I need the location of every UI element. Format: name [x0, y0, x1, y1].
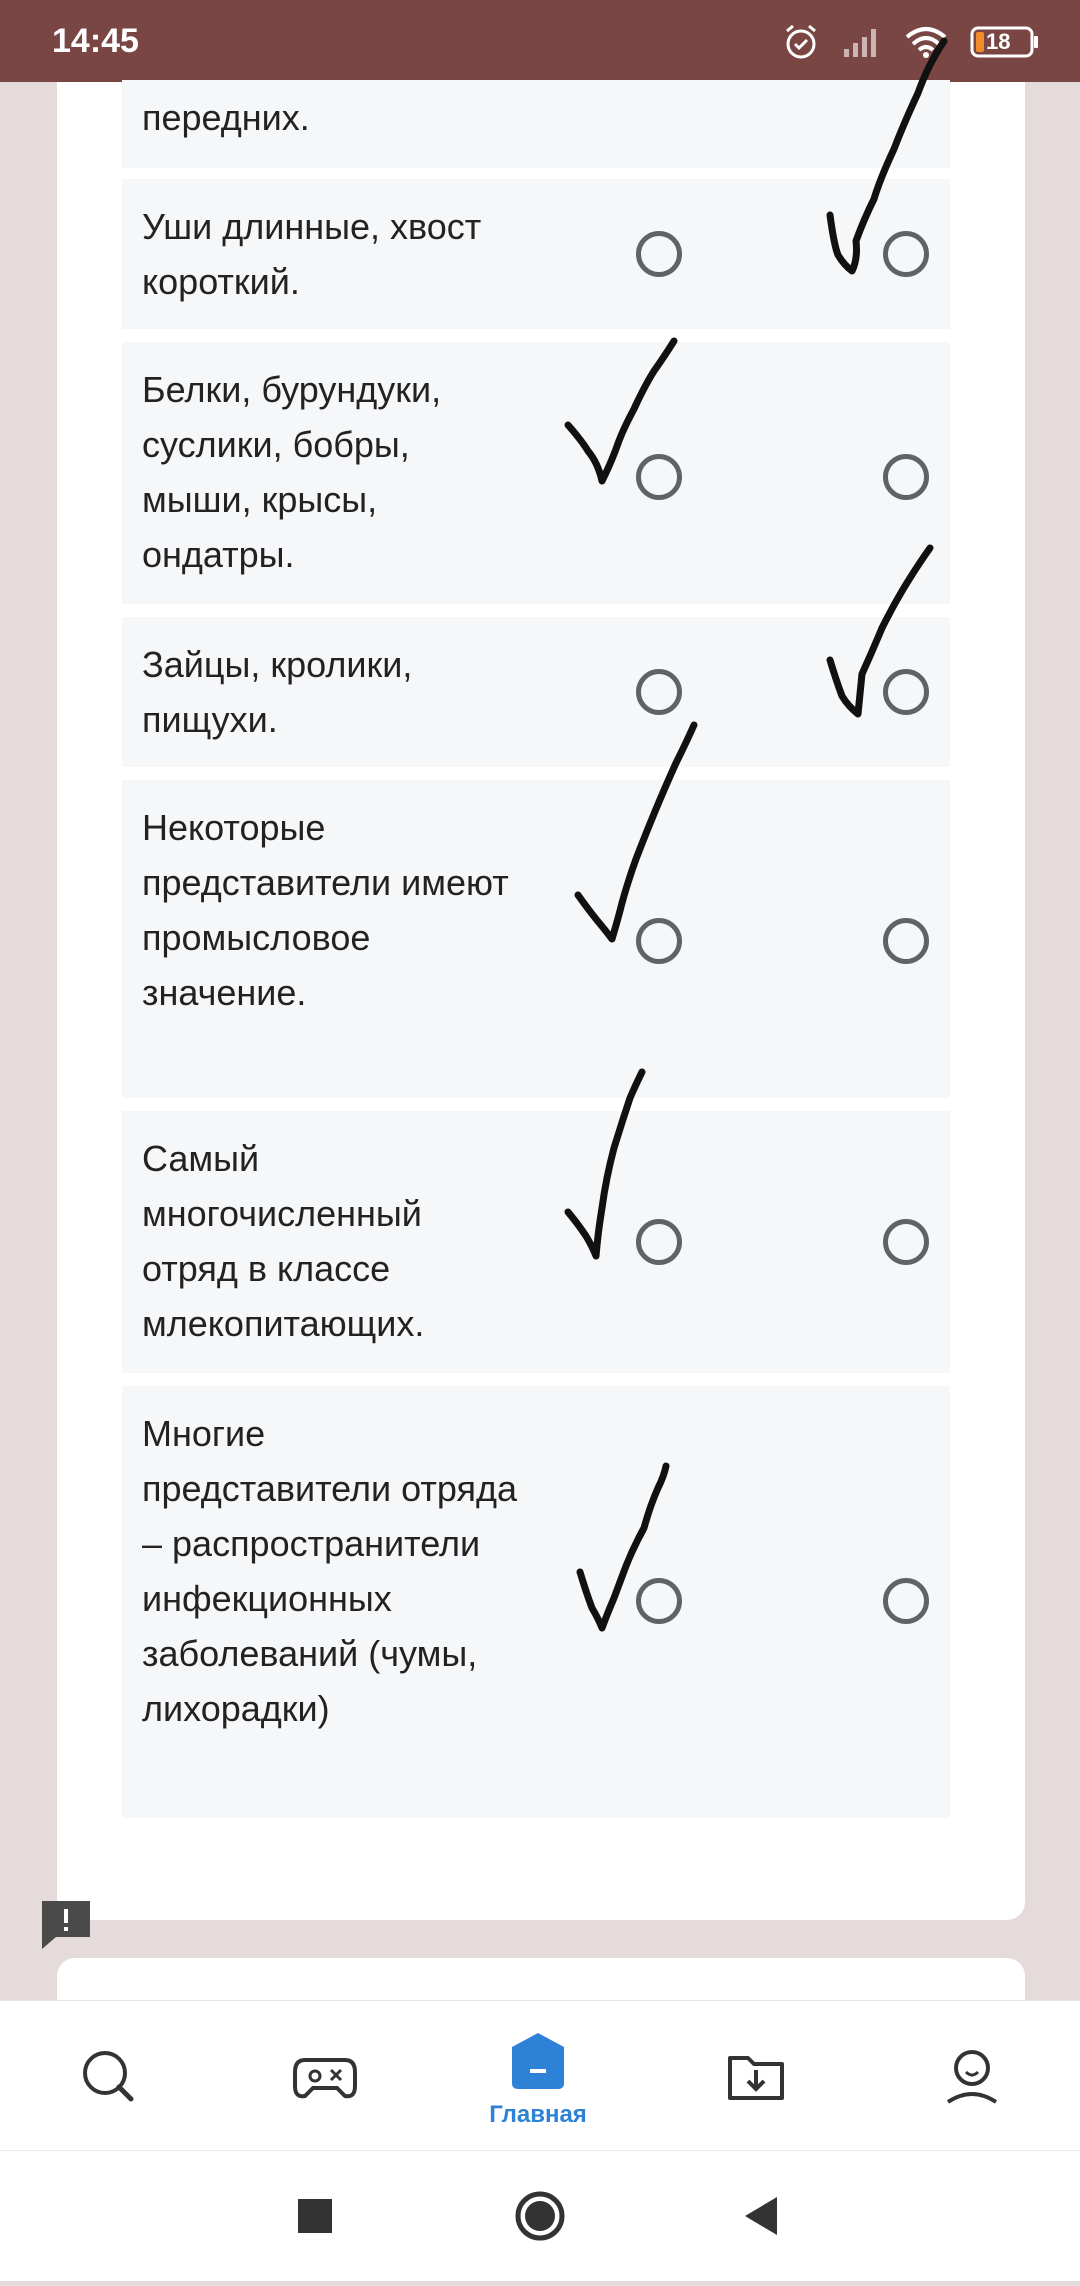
system-navigation-bar	[0, 2150, 1080, 2281]
nav-search[interactable]	[48, 2001, 168, 2151]
nav-home[interactable]: Главная	[478, 2001, 598, 2151]
gamepad-icon	[293, 2058, 357, 2099]
battery-icon: 18	[970, 25, 1040, 59]
row-text: Самый многочисленный отряд в классе млек…	[142, 1138, 425, 1344]
recents-button[interactable]	[270, 2151, 360, 2281]
profile-icon	[946, 2050, 998, 2104]
status-bar: 14:45 18	[0, 0, 1080, 82]
radio-option-2[interactable]	[883, 669, 929, 715]
alarm-icon	[782, 23, 820, 61]
radio-option-2[interactable]	[883, 1578, 929, 1624]
radio-option-1[interactable]	[636, 454, 682, 500]
nav-home-label: Главная	[489, 2101, 587, 2128]
radio-option-1[interactable]	[636, 231, 682, 277]
radio-option-1[interactable]	[636, 1578, 682, 1624]
radio-option-2[interactable]	[883, 1219, 929, 1265]
wifi-icon	[904, 25, 948, 59]
nav-profile[interactable]	[912, 2001, 1032, 2151]
row-text: Многие представители отряда – распростра…	[142, 1413, 517, 1729]
row-text: Уши длинные, хвост короткий.	[142, 206, 482, 302]
row-text: Белки, бурундуки, суслики, бобры, мыши, …	[142, 369, 442, 575]
back-button[interactable]	[715, 2151, 805, 2281]
feedback-button[interactable]	[38, 1897, 94, 1953]
row-text: Зайцы, кролики, пищухи.	[142, 644, 413, 740]
download-folder-icon	[728, 2056, 784, 2100]
nav-games[interactable]	[263, 2001, 383, 2151]
battery-level: 18	[986, 29, 1011, 54]
radio-option-2[interactable]	[883, 454, 929, 500]
quiz-row: Уши длинные, хвост короткий.	[122, 179, 950, 329]
radio-option-2[interactable]	[883, 231, 929, 277]
status-time: 14:45	[52, 22, 139, 60]
quiz-row: передних.	[122, 80, 950, 168]
nav-downloads[interactable]	[696, 2001, 816, 2151]
search-icon	[83, 2051, 134, 2102]
radio-option-1[interactable]	[636, 669, 682, 715]
quiz-row: Белки, бурундуки, суслики, бобры, мыши, …	[122, 342, 950, 604]
row-text: Некоторые представители имеют промыслово…	[142, 807, 509, 1013]
radio-option-2[interactable]	[883, 918, 929, 964]
quiz-row: Зайцы, кролики, пищухи.	[122, 617, 950, 767]
quiz-card: передних. Уши длинные, хвост короткий. Б…	[57, 80, 1025, 1920]
radio-option-1[interactable]	[636, 918, 682, 964]
signal-icon	[842, 25, 882, 59]
quiz-row: Многие представители отряда – распростра…	[122, 1386, 950, 1818]
quiz-row: Некоторые представители имеют промыслово…	[122, 780, 950, 1098]
back-triangle-icon	[745, 2197, 777, 2235]
home-icon	[512, 2033, 564, 2089]
radio-option-1[interactable]	[636, 1219, 682, 1265]
circle-icon	[515, 2191, 565, 2241]
square-icon	[298, 2199, 332, 2233]
status-icons: 18	[782, 20, 1040, 64]
quiz-row: Самый многочисленный отряд в классе млек…	[122, 1111, 950, 1373]
home-system-button[interactable]	[495, 2151, 585, 2281]
bottom-navigation: Главная	[0, 2000, 1080, 2151]
row-text: передних.	[142, 97, 310, 138]
